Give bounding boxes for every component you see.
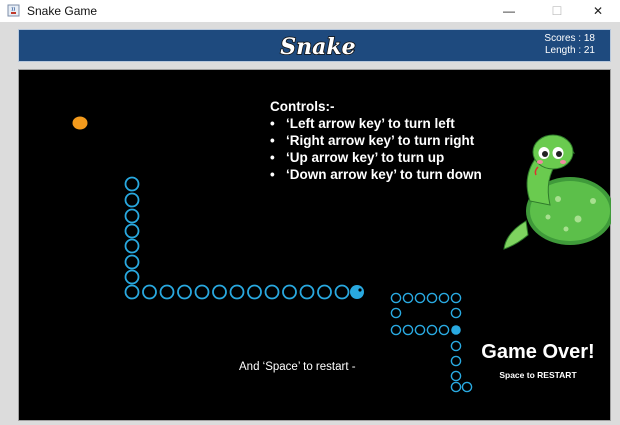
snake-segment xyxy=(124,192,140,208)
snake-segment xyxy=(390,324,402,336)
snake-segment xyxy=(177,284,192,300)
snake-segment xyxy=(247,284,262,300)
game-over-panel: Game Over! Space to RESTART xyxy=(478,340,598,382)
control-left: ‘Left arrow key’ to turn left xyxy=(270,115,482,132)
snake-segment xyxy=(282,284,297,300)
snake-trail-secondary xyxy=(390,292,473,393)
snake-segment xyxy=(414,292,426,304)
control-down: ‘Down arrow key’ to turn down xyxy=(270,166,482,183)
snake-segment xyxy=(450,355,462,367)
snake-eye xyxy=(358,288,362,292)
snake-segment xyxy=(461,381,473,393)
snake-segment xyxy=(450,307,462,319)
snake-segment xyxy=(438,292,450,304)
snake-segment xyxy=(299,284,315,300)
snake-segment xyxy=(450,292,462,304)
window-titlebar: Snake Game — ☐ ✕ xyxy=(0,0,620,22)
restart-hint: And ‘Space’ to restart - xyxy=(239,361,356,373)
snake-segment xyxy=(124,269,140,285)
score-panel: Scores : 18 Length : 21 xyxy=(544,33,595,57)
game-over-title: Game Over! xyxy=(481,341,595,363)
snake-segment xyxy=(414,324,426,336)
control-up: ‘Up arrow key’ to turn up xyxy=(270,149,482,166)
snake-segment xyxy=(450,381,462,393)
java-cup-icon xyxy=(7,4,20,17)
controls-title: Controls:- xyxy=(270,99,335,114)
snake-segment xyxy=(450,340,462,352)
length-value: Length : 21 xyxy=(544,45,595,56)
minimize-button[interactable]: — xyxy=(487,0,531,22)
snake-segment xyxy=(390,292,402,304)
window-title: Snake Game xyxy=(27,4,98,18)
scores-value: Scores : 18 xyxy=(544,33,595,44)
control-right: ‘Right arrow key’ to turn right xyxy=(270,132,482,149)
snake-segment xyxy=(390,307,402,319)
maximize-button[interactable]: ☐ xyxy=(535,0,579,22)
food-pellet xyxy=(72,116,88,130)
snake-logo: Snake xyxy=(280,33,357,61)
snake-segment xyxy=(124,254,140,270)
snake-segment xyxy=(264,284,280,300)
snake-segment xyxy=(229,284,245,300)
snake-segment xyxy=(124,223,140,239)
snake-segment xyxy=(124,176,140,192)
snake-trail-main xyxy=(124,176,364,300)
snake-segment xyxy=(159,284,175,300)
snake-segment xyxy=(142,284,157,300)
snake-segment xyxy=(402,324,414,336)
snake-segment xyxy=(124,284,140,300)
controls-help: Controls:- ‘Left arrow key’ to turn left… xyxy=(270,98,482,183)
snake-segment xyxy=(194,284,210,300)
snake-segment xyxy=(426,324,438,336)
snake-segment-filled xyxy=(451,325,461,335)
game-over-subtitle: Space to RESTART xyxy=(499,370,577,380)
snake-segment xyxy=(402,292,414,304)
svg-text:Snake: Snake xyxy=(280,34,355,60)
snake-segment xyxy=(124,238,140,254)
snake-segment xyxy=(426,292,438,304)
snake-segment xyxy=(124,208,140,224)
snake-segment xyxy=(438,324,450,336)
snake-head xyxy=(350,285,364,299)
controls-list: ‘Left arrow key’ to turn left ‘Right arr… xyxy=(270,115,482,183)
snake-segment xyxy=(212,284,227,300)
snake-segment xyxy=(334,284,350,300)
snake-segment xyxy=(450,370,462,382)
snake-segment xyxy=(317,284,332,300)
snake-mascot-illustration xyxy=(503,134,611,250)
close-button[interactable]: ✕ xyxy=(576,0,620,22)
